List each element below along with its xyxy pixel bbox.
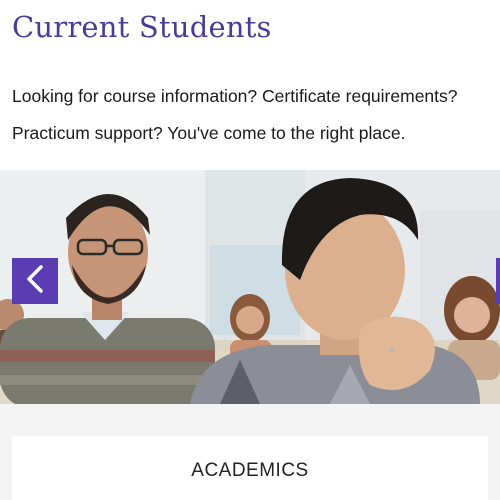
intro-text: Looking for course information? Certific… xyxy=(12,86,458,143)
academics-title: ACADEMICS xyxy=(191,460,309,481)
page-title: Current Students xyxy=(12,10,272,44)
chevron-left-icon xyxy=(24,264,46,299)
hero-image xyxy=(0,170,500,404)
carousel-prev-button[interactable] xyxy=(12,258,58,304)
carousel-next-button[interactable] xyxy=(496,258,500,304)
academics-card[interactable]: ACADEMICS xyxy=(12,436,488,500)
